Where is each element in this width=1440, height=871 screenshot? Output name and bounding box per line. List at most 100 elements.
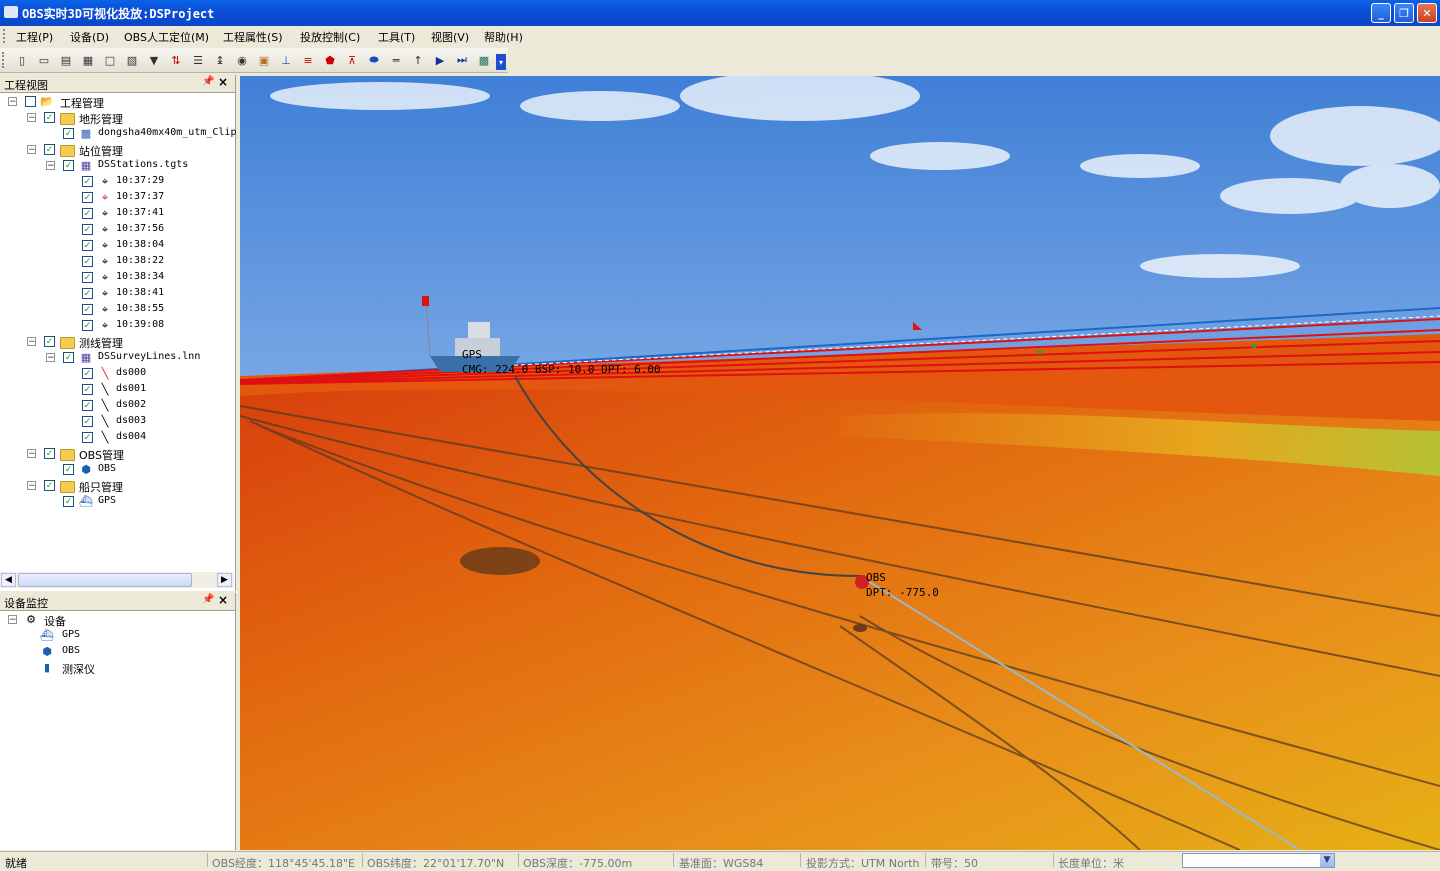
status-divider (800, 853, 801, 867)
page-icon[interactable]: □ (102, 52, 118, 68)
crosshair-icon: ⌖ (101, 303, 109, 316)
close-icon[interactable]: × (218, 593, 228, 607)
checkbox-line[interactable]: ✓ (82, 416, 93, 427)
sort-icon[interactable]: ⇅ (168, 52, 184, 68)
open-icon[interactable]: ▭ (36, 52, 52, 68)
tree-label: ds003 (116, 415, 147, 426)
crosshair-icon: ⌖ (101, 255, 109, 268)
collapse-icon[interactable]: − (27, 481, 36, 491)
checkbox-station[interactable]: ✓ (82, 320, 93, 331)
tree-label: 船只管理 (79, 481, 123, 494)
menu-view[interactable]: 视图(V) (431, 29, 469, 45)
toolbar-overflow-icon[interactable]: ▾ (496, 54, 506, 70)
export-icon[interactable]: ▦ (80, 52, 96, 68)
document-icon[interactable]: ▧ (124, 52, 140, 68)
status-divider (362, 853, 363, 867)
tree-label: 测线管理 (79, 337, 123, 350)
marker-icon[interactable]: ↨ (212, 52, 228, 68)
menu-tools[interactable]: 工具(T) (378, 29, 415, 45)
terrain-raster-icon: ▩ (80, 127, 92, 140)
checkbox-stations-file[interactable]: ✓ (63, 160, 74, 171)
minimize-button[interactable]: _ (1371, 3, 1391, 23)
play-icon[interactable]: ▶ (432, 52, 448, 68)
device-panel-title: 设备监控 (4, 597, 48, 610)
checkbox-station[interactable]: ✓ (82, 224, 93, 235)
ruler-icon[interactable]: ═ (388, 52, 404, 68)
checkbox-lines[interactable]: ✓ (44, 336, 55, 347)
close-button[interactable]: ✕ (1417, 3, 1437, 23)
tree-label: OBS (98, 463, 117, 474)
step-icon[interactable]: ⏭ (454, 52, 470, 68)
tree-label: DSStations.tgts (98, 159, 189, 170)
globe-icon[interactable]: ◉ (234, 52, 250, 68)
checkbox-station[interactable]: ✓ (82, 240, 93, 251)
deploy-icon[interactable]: ⊼ (344, 52, 360, 68)
vessel-icon[interactable]: ⬬ (366, 52, 382, 68)
terrain-icon[interactable]: ▣ (256, 52, 272, 68)
checkbox-station[interactable]: ✓ (82, 272, 93, 283)
menu-device[interactable]: 设备(D) (70, 29, 109, 45)
checkbox-line[interactable]: ✓ (82, 368, 93, 379)
3d-viewport[interactable]: GPS CMG: 224.0 BSP: 10.0 DPT: 6.00 OBS D… (240, 76, 1440, 850)
collapse-icon[interactable]: − (8, 615, 17, 625)
checkbox-line[interactable]: ✓ (82, 432, 93, 443)
checkbox-station[interactable]: ✓ (82, 256, 93, 267)
menu-project[interactable]: 工程(P) (16, 29, 53, 45)
checkbox-line[interactable]: ✓ (82, 384, 93, 395)
pin-icon[interactable]: 📌 (202, 76, 214, 87)
list-icon[interactable]: ☰ (190, 52, 206, 68)
checkbox-root[interactable] (25, 96, 36, 107)
collapse-icon[interactable]: − (46, 161, 55, 171)
collapse-icon[interactable]: − (27, 113, 36, 123)
ship-icon[interactable]: ▼ (146, 52, 162, 68)
menu-grip[interactable] (3, 29, 8, 43)
checkbox-stations[interactable]: ✓ (44, 144, 55, 155)
collapse-icon[interactable]: − (27, 337, 36, 347)
save-icon[interactable]: ▤ (58, 52, 74, 68)
tree-label: 测深仪 (62, 663, 95, 676)
menu-help[interactable]: 帮助(H) (484, 29, 523, 45)
line-icon: ╲ (101, 399, 109, 412)
image-icon[interactable]: ▩ (476, 52, 492, 68)
new-file-icon[interactable]: ▯ (14, 52, 30, 68)
collapse-icon[interactable]: − (27, 449, 36, 459)
collapse-icon[interactable]: − (27, 145, 36, 155)
obs-drop-icon[interactable]: ⬟ (322, 52, 338, 68)
chevron-down-icon[interactable]: ▼ (1320, 854, 1334, 867)
close-icon[interactable]: × (218, 75, 228, 89)
project-tree-hscrollbar[interactable]: ◀ ▶ (0, 572, 234, 588)
scroll-thumb[interactable] (18, 573, 192, 587)
pin-icon[interactable]: 📌 (202, 594, 214, 605)
checkbox-obs-item[interactable]: ✓ (63, 464, 74, 475)
lines-icon[interactable]: ≡ (300, 52, 316, 68)
scroll-left-icon[interactable]: ◀ (1, 573, 16, 587)
menu-project-properties[interactable]: 工程属性(S) (223, 29, 283, 45)
scene-svg[interactable]: GPS CMG: 224.0 BSP: 10.0 DPT: 6.00 OBS D… (240, 76, 1440, 850)
collapse-icon[interactable]: − (8, 97, 17, 107)
checkbox-station[interactable]: ✓ (82, 304, 93, 315)
checkbox-obs[interactable]: ✓ (44, 448, 55, 459)
checkbox-ship[interactable]: ✓ (44, 480, 55, 491)
checkbox-terrain-item[interactable]: ✓ (63, 128, 74, 139)
tree-label: GPS (98, 495, 117, 506)
tree-label: 10:39:08 (116, 319, 165, 330)
checkbox-station[interactable]: ✓ (82, 176, 93, 187)
menu-deploy-control[interactable]: 投放控制(C) (300, 29, 360, 45)
pin-icon[interactable]: ↑ (410, 52, 426, 68)
anchor-icon[interactable]: ⊥ (278, 52, 294, 68)
crosshair-icon: ⌖ (101, 271, 109, 284)
scroll-right-icon[interactable]: ▶ (217, 573, 232, 587)
status-combo[interactable]: ▼ (1182, 853, 1335, 868)
checkbox-ship-item[interactable]: ✓ (63, 496, 74, 507)
maximize-button[interactable]: ❐ (1394, 3, 1414, 23)
checkbox-terrain[interactable]: ✓ (44, 112, 55, 123)
collapse-icon[interactable]: − (46, 353, 55, 363)
checkbox-station[interactable]: ✓ (82, 288, 93, 299)
checkbox-station[interactable]: ✓ (82, 208, 93, 219)
tree-label: 地形管理 (79, 113, 123, 126)
toolbar-grip[interactable] (2, 52, 8, 68)
menu-obs-manual-locate[interactable]: OBS人工定位(M) (124, 29, 209, 45)
checkbox-lines-file[interactable]: ✓ (63, 352, 74, 363)
checkbox-line[interactable]: ✓ (82, 400, 93, 411)
checkbox-station[interactable]: ✓ (82, 192, 93, 203)
